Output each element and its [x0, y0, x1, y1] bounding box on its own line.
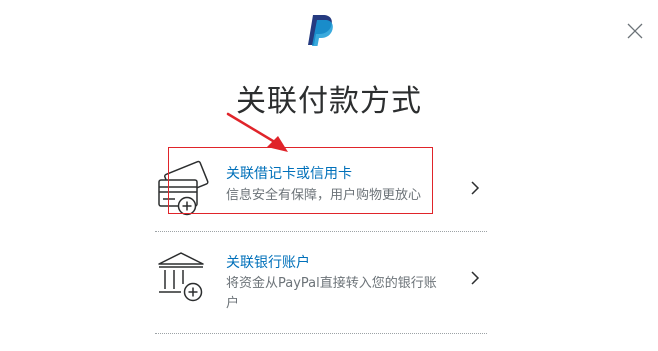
link-card-option[interactable]: 关联借记卡或信用卡 信息安全有保障，用户购物更放心: [155, 146, 487, 232]
link-bank-option[interactable]: 关联银行账户 将资金从PayPal直接转入您的银行账户: [155, 234, 487, 334]
option-description: 将资金从PayPal直接转入您的银行账户: [226, 276, 437, 311]
divider: [155, 333, 487, 334]
option-heading[interactable]: 关联借记卡或信用卡: [226, 163, 352, 183]
close-icon[interactable]: [626, 22, 644, 40]
chevron-right-icon[interactable]: [470, 180, 480, 196]
credit-card-add-icon: [158, 160, 209, 216]
divider: [155, 231, 487, 232]
paypal-logo: [308, 15, 333, 46]
option-description: 信息安全有保障，用户购物更放心: [226, 188, 422, 203]
chevron-right-icon[interactable]: [470, 270, 480, 286]
bank-add-icon: [158, 252, 204, 302]
option-heading[interactable]: 关联银行账户: [226, 252, 310, 272]
page-title: 关联付款方式: [236, 84, 422, 119]
